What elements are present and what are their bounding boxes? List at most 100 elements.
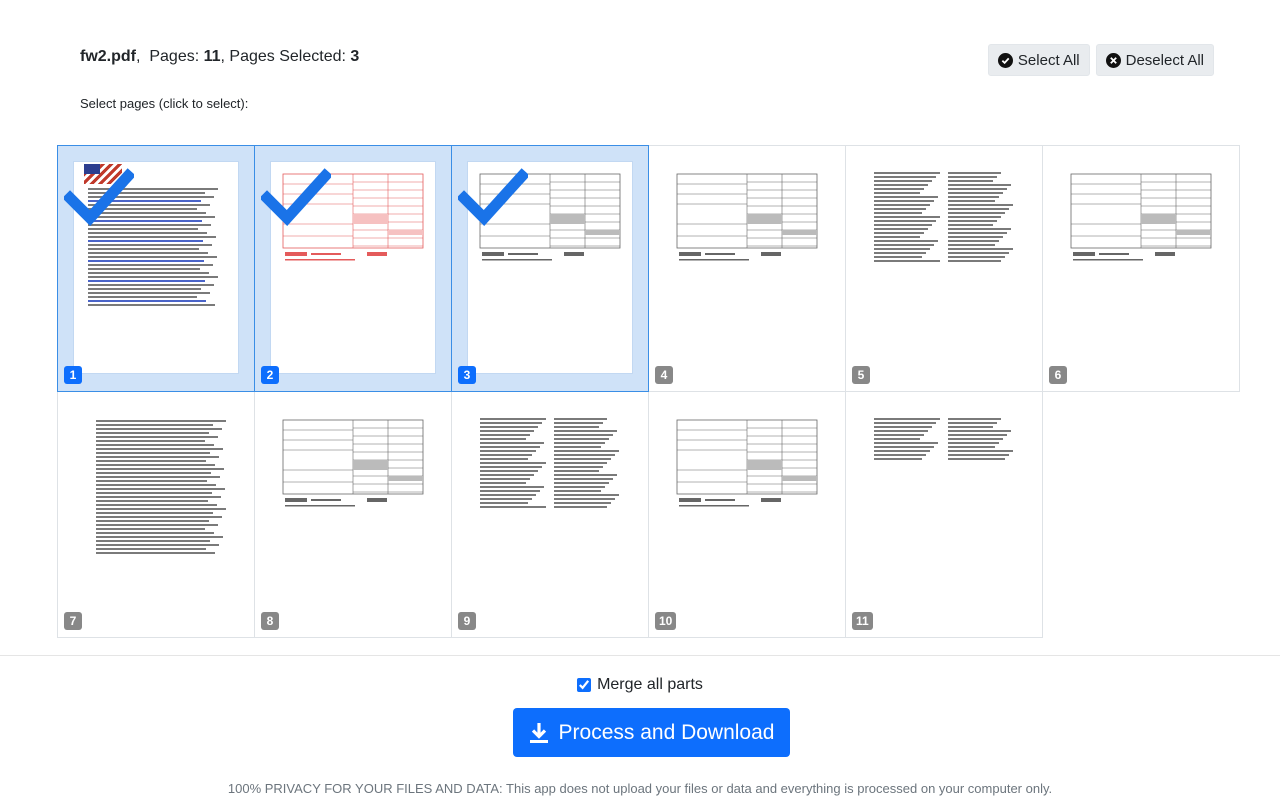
page-number-badge: 9 [458,612,476,630]
page-text-line [874,224,932,226]
pages-count: 11 [203,48,221,65]
page-text-line [96,460,206,462]
page-text-line [948,184,1011,186]
page-text-line [96,464,215,466]
page-text-line [96,484,216,486]
page-text-line [96,552,215,554]
page-text-line [88,240,203,242]
page-text-line [554,470,599,472]
w2-form-preview [676,419,818,507]
page-text-line [88,256,217,258]
page-text-line [96,468,224,470]
page-text-line [948,418,1001,420]
page-text-line [948,240,999,242]
page-text-line [948,434,1007,436]
page-text-line [96,504,217,506]
process-download-label: Process and Download [558,720,775,744]
page-text-line [88,300,206,302]
page-text-line [874,422,936,424]
page-thumbnail[interactable]: 10 [648,391,846,638]
page-text-line [948,216,1001,218]
page-text-line [480,438,526,440]
page-text-line [96,532,214,534]
page-text-line [948,212,1005,214]
page-thumbnail[interactable]: 6 [1042,145,1240,392]
page-text-line [96,508,226,510]
page-text-line [554,474,617,476]
page-text-line [88,264,213,266]
page-text-line [480,466,542,468]
page-text-line [874,418,940,420]
page-text-line [874,228,928,230]
x-circle-icon [1105,52,1121,68]
download-icon [529,722,549,744]
file-info: fw2.pdf, Pages: 11, Pages Selected: 3 [80,48,360,65]
page-text-line [874,184,928,186]
page-text-line [554,494,619,496]
page-text-line [88,288,201,290]
page-text-line [874,172,940,174]
page-text-line [874,232,924,234]
page-text-line [948,458,1005,460]
page-text-line [96,548,206,550]
page-text-line [88,304,215,306]
page-text-line [874,208,926,210]
page-text-line [948,196,999,198]
page-text-line [948,426,993,428]
page-text-line [96,436,218,438]
page-text-line [480,422,542,424]
page-preview [665,408,829,619]
page-text-line [554,426,599,428]
w2-form-preview [282,419,424,507]
deselect-all-button[interactable]: Deselect All [1095,44,1214,76]
page-thumbnail[interactable]: 9 [451,391,649,638]
page-preview [1059,162,1223,373]
page-text-line [948,204,1013,206]
page-thumbnail[interactable]: 11 [845,391,1043,638]
page-text-line [480,442,544,444]
page-text-line [948,180,993,182]
page-thumbnail[interactable]: 8 [254,391,452,638]
page-text-line [554,506,607,508]
page-text-line [96,540,210,542]
page-text-line [948,422,997,424]
page-text-line [948,232,1007,234]
page-thumbnail[interactable]: 3 [451,145,649,392]
page-text-line [948,236,1003,238]
page-thumbnail[interactable]: 7 [57,391,255,638]
page-text-line [948,430,1011,432]
page-thumbnail[interactable]: 1 [57,145,255,392]
page-text-line [874,188,924,190]
page-text-line [96,444,214,446]
page-text-line [480,454,532,456]
page-number-badge: 2 [261,366,279,384]
select-all-button[interactable]: Select All [987,44,1090,76]
page-thumbnail[interactable]: 2 [254,145,452,392]
page-text-line [874,244,934,246]
page-thumbnail[interactable]: 5 [845,145,1043,392]
select-hint: Select pages (click to select): [80,96,249,111]
page-text-line [554,418,607,420]
page-text-line [88,260,204,262]
deselect-all-label: Deselect All [1125,51,1204,69]
merge-option[interactable]: Merge all parts [0,676,1280,694]
page-text-line [480,458,528,460]
page-text-line [948,224,993,226]
page-text-line [96,432,209,434]
page-text-line [948,256,1005,258]
page-text-line [480,446,540,448]
page-text-line [874,176,936,178]
page-number-badge: 4 [655,366,673,384]
page-text-line [480,426,538,428]
page-text-line [480,462,546,464]
page-text-line [554,422,603,424]
page-preview [468,408,632,619]
merge-checkbox[interactable] [577,678,592,692]
page-text-line [554,462,607,464]
page-text-line [948,260,1001,262]
page-text-line [948,228,1011,230]
page-text-line [874,240,938,242]
page-thumbnail[interactable]: 4 [648,145,846,392]
process-download-button[interactable]: Process and Download [513,708,790,757]
page-text-line [96,476,220,478]
